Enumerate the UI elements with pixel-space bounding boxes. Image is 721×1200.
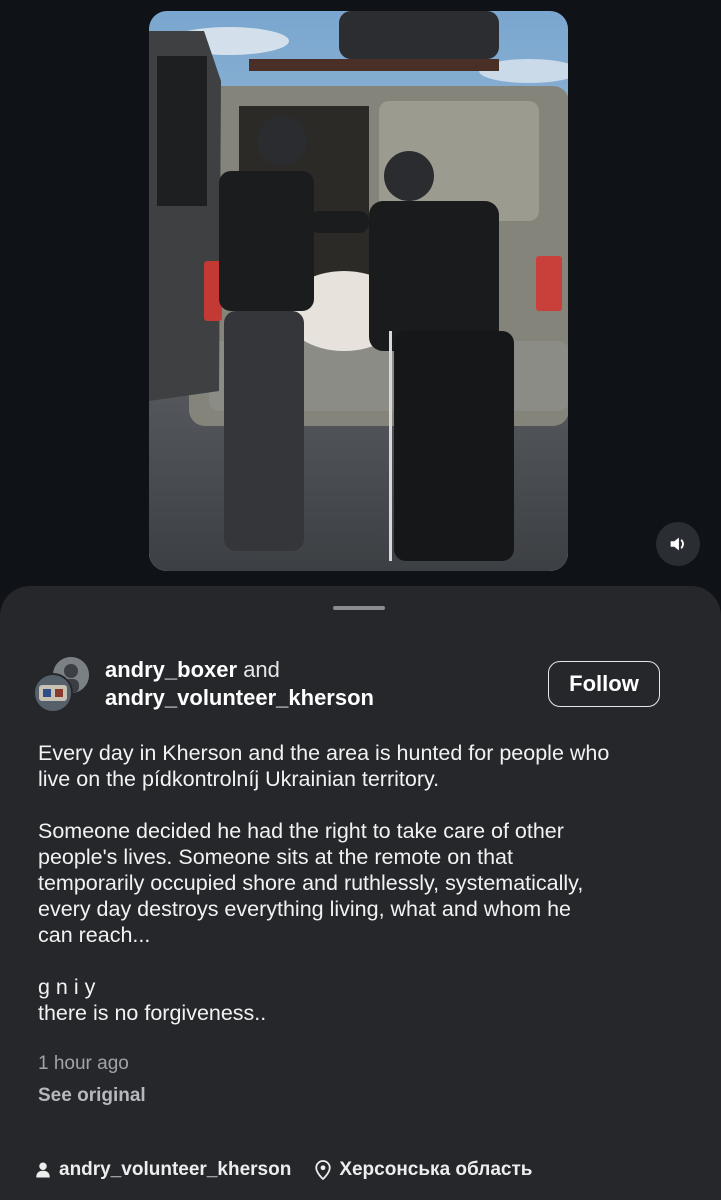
person-icon (33, 1160, 53, 1180)
footer-account-link[interactable]: andry_volunteer_kherson (33, 1159, 291, 1181)
author-username-2[interactable]: andry_volunteer_kherson (105, 685, 374, 710)
post-footer: andry_volunteer_kherson Херсонська облас… (33, 1158, 554, 1182)
post-details-sheet: andry_boxer and andry_volunteer_kherson … (0, 586, 721, 1200)
see-original-link[interactable]: See original (38, 1085, 146, 1107)
caption-line: there is no forgiveness.. (38, 1001, 267, 1025)
location-pin-icon (313, 1160, 333, 1180)
caption-line: g n i y (38, 975, 96, 999)
follow-button[interactable]: Follow (548, 661, 660, 707)
caption-paragraph-3: g n i y there is no forgiveness.. (38, 974, 688, 1026)
post-authors: andry_boxer and andry_volunteer_kherson (105, 656, 374, 712)
post-timestamp: 1 hour ago (38, 1053, 129, 1074)
footer-account-name: andry_volunteer_kherson (59, 1159, 292, 1180)
volume-icon (670, 537, 684, 551)
caption-line: Every day in Kherson and the area is hun… (38, 741, 610, 765)
caption-paragraph-2: Someone decided he had the right to take… (38, 818, 688, 948)
sheet-drag-handle[interactable] (333, 606, 385, 610)
post-video[interactable] (149, 11, 568, 571)
mute-toggle-button[interactable] (656, 522, 700, 566)
caption-line: temporarily occupied shore and ruthlessl… (38, 871, 584, 895)
caption-paragraph-1: Every day in Kherson and the area is hun… (38, 740, 688, 792)
caption-line: can reach... (38, 923, 151, 947)
post-detail-page: andry_boxer and andry_volunteer_kherson … (0, 0, 721, 1200)
author-username-1[interactable]: andry_boxer (105, 657, 237, 682)
video-frame-illustration (149, 11, 568, 571)
caption-line: every day destroys everything living, wh… (38, 897, 571, 921)
authors-connector: and (243, 657, 280, 682)
avatar-andry-volunteer-kherson (33, 673, 73, 713)
footer-location-link[interactable]: Херсонська область (313, 1159, 532, 1181)
caption-line: live on the pídkontrolníj Ukrainian terr… (38, 767, 440, 791)
post-caption: Every day in Kherson and the area is hun… (38, 740, 688, 1026)
caption-line: Someone decided he had the right to take… (38, 819, 564, 843)
caption-line: people's lives. Someone sits at the remo… (38, 845, 513, 869)
footer-location-name: Херсонська область (339, 1159, 533, 1180)
author-avatars[interactable] (33, 655, 91, 713)
